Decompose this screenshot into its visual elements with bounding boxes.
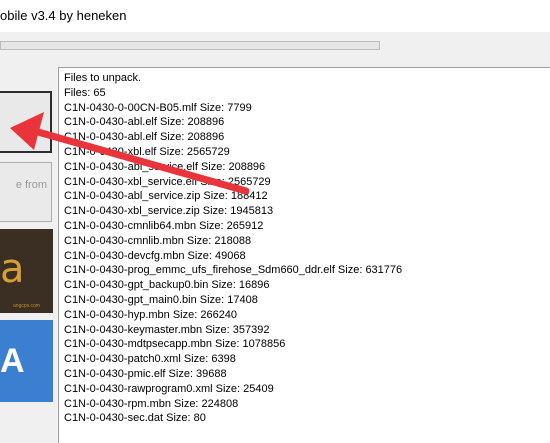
log-lines: Files to unpack. Files: 65 C1N-0430-0-00CN… [64, 71, 402, 426]
banner-footer-text: angcps.com [13, 303, 40, 309]
progress-bar [0, 41, 380, 50]
restore-from-button-label: e from [15, 179, 47, 191]
log-line: C1N-0-0430-rpm.mbn Size: 224808 [64, 397, 239, 410]
log-line: C1N-0-0430-devcfg.mbn Size: 49068 [64, 249, 246, 262]
log-line: C1N-0-0430-rawprogram0.xml Size: 25409 [64, 382, 274, 395]
log-line: C1N-0-0430-gpt_main0.bin Size: 17408 [64, 293, 258, 306]
log-line: C1N-0-0430-xbl.elf Size: 2565729 [64, 145, 230, 158]
log-line: C1N-0-0430-abl_service.zip Size: 188412 [64, 190, 268, 203]
log-line: C1N-0-0430-hyp.mbn Size: 266240 [64, 308, 238, 321]
log-line: C1N-0-0430-abl.elf Size: 208896 [64, 131, 225, 144]
log-line: Files to unpack. [64, 72, 142, 84]
log-line: Files: 65 [64, 86, 106, 99]
log-line: C1N-0-0430-cmnlib.mbn Size: 218088 [64, 234, 252, 247]
log-line: C1N-0430-0-00CN-B05.mlf Size: 7799 [64, 101, 252, 114]
unpack-button[interactable] [0, 91, 52, 153]
log-line: C1N-0-0430-sec.dat Size: 80 [64, 412, 206, 425]
log-line: C1N-0-0430-patch0.xml Size: 6398 [64, 353, 236, 366]
log-line: C1N-0-0430-cmnlib64.mbn Size: 265912 [64, 219, 264, 232]
log-line: C1N-0-0430-mdtpsecapp.mbn Size: 1078856 [64, 338, 286, 351]
log-line: C1N-0-0430-abl_service.elf Size: 208896 [64, 160, 266, 173]
log-line: C1N-0-0430-xbl_service.zip Size: 1945813 [64, 205, 274, 218]
title-bar: obile v3.4 by heneken [0, 0, 550, 32]
banner-logo-glyph-blue: A [0, 342, 25, 380]
log-line: C1N-0-0430-keymaster.mbn Size: 357392 [64, 323, 270, 336]
window-title: obile v3.4 by heneken [0, 8, 127, 23]
restore-from-button[interactable]: e from [0, 162, 52, 222]
log-line: C1N-0-0430-abl.elf Size: 208896 [64, 116, 225, 129]
ad-banner-blue[interactable]: A [0, 320, 53, 402]
banner-logo-glyph: a [0, 246, 25, 292]
log-line: C1N-0-0430-gpt_backup0.bin Size: 16896 [64, 279, 270, 292]
log-line: C1N-0-0430-xbl_service.elf Size: 2565729 [64, 175, 271, 188]
log-output-textbox[interactable]: Files to unpack. Files: 65 C1N-0430-0-00CN… [58, 67, 550, 443]
log-line: C1N-0-0430-pmic.elf Size: 39688 [64, 367, 227, 380]
ad-banner-orange[interactable]: a angcps.com [0, 229, 53, 313]
log-line: C1N-0-0430-prog_emmc_ufs_firehose_Sdm660… [64, 264, 403, 277]
